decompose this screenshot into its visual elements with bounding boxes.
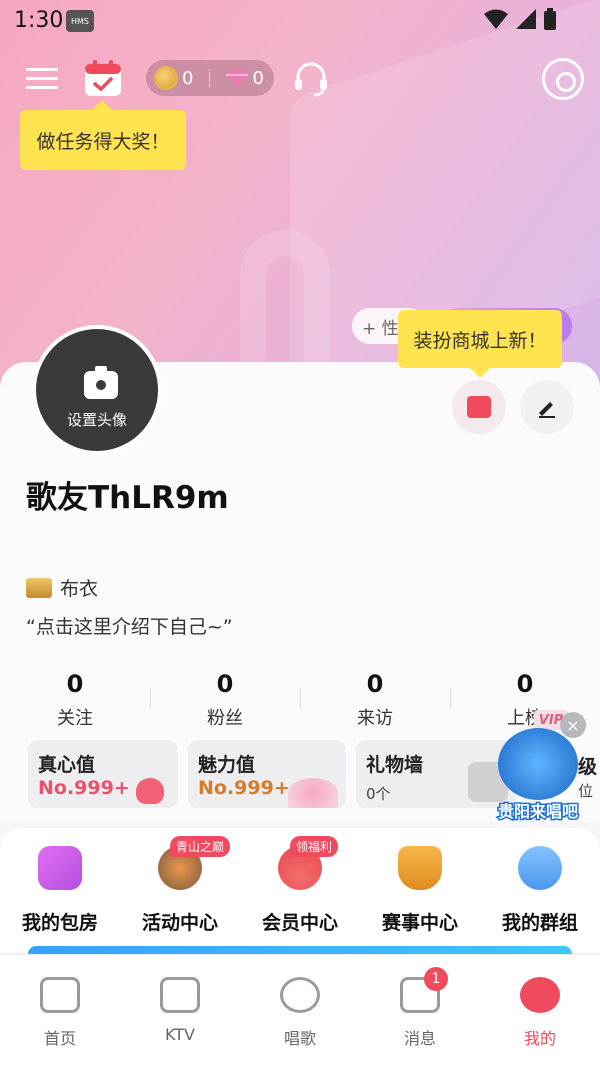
task-calendar-icon[interactable] [82,58,124,100]
stat-number: 0 [516,670,534,698]
card-title: 礼物墙 [366,754,424,776]
card-rank: No.999+ [198,777,290,799]
stat-label: 粉丝 [207,708,243,729]
camera-icon [84,366,118,399]
my-groups-entry[interactable]: 我的群组 [480,828,600,952]
stat-label: 来访 [357,708,393,729]
promo-floating-banner[interactable]: 贵阳来唱吧 [488,728,588,824]
username[interactable]: 歌友ThLR9m [26,472,229,517]
nav-sing[interactable]: 唱歌 [240,955,360,1066]
stat-number: 0 [216,670,234,698]
function-label: 我的群组 [501,912,578,934]
diamond-count: 0 [252,67,264,89]
unread-badge: 1 [424,967,448,991]
bio-text[interactable]: “点击这里介绍下自己~” [26,612,233,639]
member-center-entry[interactable]: 领福利 会员中心 [240,828,360,952]
music-room-icon [38,846,82,890]
promo-text: 贵阳来唱吧 [496,801,579,823]
car-mascot-icon [498,728,578,800]
menu-icon[interactable] [26,62,58,94]
nav-label: 唱歌 [283,1029,316,1048]
nav-messages[interactable]: 1 消息 [360,955,480,1066]
status-bar: 1:30 HMS [0,0,600,42]
stat-fans[interactable]: 0 粉丝 [150,670,300,734]
stat-following[interactable]: 0 关注 [0,670,150,734]
pencil-icon [539,402,555,418]
card-value: 0 [38,805,168,808]
record-disc-icon[interactable] [542,58,584,100]
signal-icon [516,9,536,29]
card-rank: No.999+ [38,777,130,799]
system-icons [484,8,556,30]
bottom-nav: 首页 KTV 唱歌 1 消息 我的 [0,954,600,1066]
nav-home[interactable]: 首页 [0,955,120,1066]
function-label: 我的包房 [21,912,98,934]
heart-icon [136,778,164,804]
function-label: 会员中心 [261,912,338,934]
rank-badge-icon [26,577,52,598]
charm-card[interactable]: 魅力值 No.999+ 0 [188,740,346,808]
stat-visitors[interactable]: 0 来访 [300,670,450,734]
contest-center-entry[interactable]: 赛事中心 [360,828,480,952]
diamond-icon [226,69,249,87]
top-toolbar: 0 0 [0,58,600,102]
set-avatar-label: 设置头像 [66,411,127,429]
edit-profile-button[interactable] [520,380,574,434]
nav-label: 我的 [523,1029,556,1048]
banner-peek[interactable] [28,946,572,954]
function-badge: 青山之巅 [170,836,231,857]
close-icon[interactable]: × [560,712,586,738]
my-room-entry[interactable]: 我的包房 [0,828,120,952]
flower-icon [288,778,338,808]
rank-label: 布衣 [60,578,99,600]
wifi-icon [484,9,508,29]
nav-label: 首页 [43,1029,76,1048]
card-title: 魅力值 [198,754,256,776]
profile-icon [520,977,560,1013]
mic-icon [280,977,320,1013]
decor-shape [240,230,330,380]
stat-number: 0 [366,670,384,698]
tv-play-icon [160,977,200,1013]
function-label: 活动中心 [141,912,218,934]
shop-tooltip[interactable]: 装扮商城上新！ [398,310,562,378]
customer-service-icon[interactable] [292,60,330,98]
task-tooltip[interactable]: 做任务得大奖！ [20,100,186,170]
hms-icon: HMS [66,10,94,32]
function-label: 赛事中心 [381,912,458,934]
nav-ktv[interactable]: KTV [120,955,240,1066]
function-grid: 我的包房 青山之巅 活动中心 领福利 会员中心 赛事中心 我的群组 [0,828,600,952]
music-note-icon [40,977,80,1013]
avatar[interactable]: 设置头像 [32,325,162,455]
activity-center-entry[interactable]: 青山之巅 活动中心 [120,828,240,952]
function-badge: 领福利 [290,836,339,857]
group-icon [518,846,562,890]
divider [209,69,211,87]
coin-count: 0 [182,67,194,89]
sincerity-card[interactable]: 真心值 No.999+ 0 [28,740,178,808]
wallet-pill[interactable]: 0 0 [146,60,274,96]
nav-label: 消息 [403,1029,436,1048]
nav-me[interactable]: 我的 [480,955,600,1066]
rank-row[interactable]: 布衣 [26,574,98,601]
battery-icon [544,8,556,30]
trophy-icon [398,846,442,890]
stats-row: 0 关注 0 粉丝 0 来访 0 上榜 [0,670,600,734]
coin-icon [154,66,178,90]
stat-label: 关注 [57,708,93,729]
shop-bag-icon [467,396,491,418]
nav-label: KTV [165,1025,195,1044]
card-title: 真心值 [38,754,96,776]
dress-shop-button[interactable] [452,380,506,434]
status-time: 1:30 [14,8,64,33]
stat-number: 0 [66,670,84,698]
